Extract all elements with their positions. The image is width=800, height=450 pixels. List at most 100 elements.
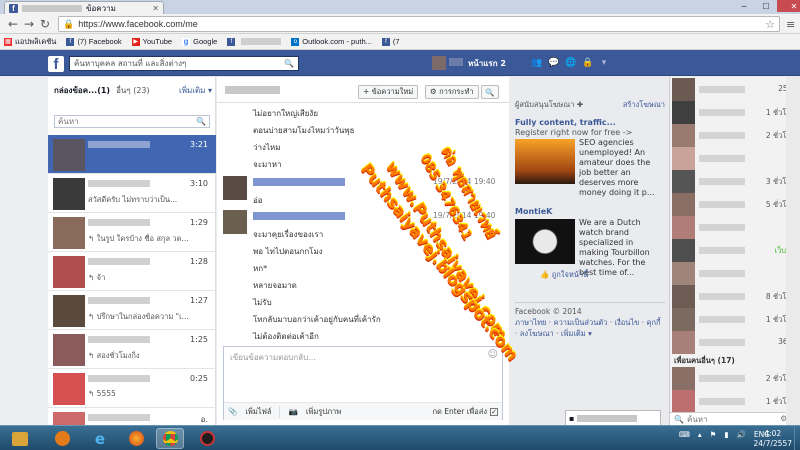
browser-menu-icon[interactable]: ≡ xyxy=(786,18,795,31)
sender-name-blur[interactable] xyxy=(253,212,345,220)
clock[interactable]: 4:02 24/7/2557 xyxy=(754,429,792,449)
address-bar[interactable]: 🔒 https://www.facebook.com/me ☆ xyxy=(58,16,780,32)
like-page-link[interactable]: 👍 ถูกใจหน้านี้ xyxy=(540,269,588,281)
chat-friend-row[interactable]: 5 ชั่วโมง xyxy=(672,193,800,216)
new-message-button[interactable]: + ข้อความใหม่ xyxy=(358,85,419,99)
conversation-panel: + ข้อความใหม่ ⚙ การกระทำ 🔍 ไม่อยากใหญ่เส… xyxy=(217,77,509,425)
forward-icon[interactable]: → xyxy=(22,17,36,31)
bookmark-item[interactable]: f (7) Facebook xyxy=(66,37,122,46)
thread-row[interactable]: 1:27 ↰ ปรึกษาในกล่องข้อความ "เ... xyxy=(48,291,216,330)
tab-close-icon[interactable]: ✕ xyxy=(152,4,159,13)
ad1-title[interactable]: Fully content, traffic... xyxy=(515,118,616,127)
sender-name-blur[interactable] xyxy=(253,178,345,186)
outlook-icon: o xyxy=(291,37,300,46)
chat-friend-row[interactable]: 25m xyxy=(672,78,800,101)
thread-row[interactable]: 1:28 ↰ จ้า xyxy=(48,252,216,291)
settings-dropdown-icon[interactable]: ▾ xyxy=(599,58,609,68)
actions-button[interactable]: ⚙ การกระทำ xyxy=(425,85,479,99)
friend-requests-icon[interactable]: 👥 xyxy=(531,58,542,68)
bookmark-item[interactable]: ▶ YouTube xyxy=(131,37,172,46)
conversation-search-icon[interactable]: 🔍 xyxy=(481,85,499,99)
bookmark-item[interactable]: o Outlook.com - puth... xyxy=(291,37,372,46)
ad2-title[interactable]: MontieK xyxy=(515,207,552,216)
chat-friend-row[interactable] xyxy=(672,147,800,170)
maximize-icon[interactable]: ☐ xyxy=(755,0,777,12)
reply-composer[interactable]: เขียนข้อความตอบกลับ... ☺ 📎 เพิ่มไฟล์ 📷 เ… xyxy=(223,346,503,420)
reload-icon[interactable]: ↻ xyxy=(38,17,52,31)
network-icon[interactable]: ▮ xyxy=(724,430,728,439)
footer-links[interactable]: ภาษาไทย · ความเป็นส่วนตัว · เงื่อนไข · ค… xyxy=(515,317,665,339)
add-photo-button[interactable]: เพิ่มรูปภาพ xyxy=(306,406,341,418)
flag-icon[interactable]: ⚑ xyxy=(710,430,717,439)
thread-row[interactable]: 1:29 ↰ ในรูป ใครบ้าง ชื่อ สกุล วด... xyxy=(48,213,216,252)
thread-row[interactable]: 0:25 ↰ 5555 xyxy=(48,369,216,408)
ad2-image[interactable] xyxy=(515,219,575,264)
enter-to-send-checkbox[interactable]: ✓ xyxy=(490,407,498,416)
ad2-text[interactable]: We are a Dutch watch brand specialized i… xyxy=(579,218,663,278)
facebook-logo-icon[interactable]: f xyxy=(48,56,64,73)
minimized-chat-tab[interactable]: ▪ xyxy=(565,410,661,425)
chat-friend-row[interactable]: 3 ชั่วโมง xyxy=(672,170,800,193)
home-link[interactable]: หน้าแรก 2 xyxy=(468,57,506,70)
tray-arrow-icon[interactable]: ▴ xyxy=(698,430,702,439)
chat-friend-row[interactable]: เว็บ ● xyxy=(672,239,800,262)
profile-name-blur[interactable] xyxy=(449,58,463,66)
camera-icon[interactable]: 📷 xyxy=(288,407,297,416)
keyboard-icon[interactable]: ⌨ xyxy=(679,430,690,439)
chat-friend-row[interactable]: 2 ชั่วโมง xyxy=(672,367,800,390)
add-file-button[interactable]: เพิ่มไฟล์ xyxy=(245,406,271,418)
message-line: จะมาหา xyxy=(253,160,282,169)
sender-avatar[interactable] xyxy=(223,176,247,200)
thread-row[interactable]: 3:21 xyxy=(48,135,216,174)
firefox-icon[interactable] xyxy=(122,428,150,449)
chat-friend-row[interactable]: 36m xyxy=(672,331,800,354)
message-search-input[interactable]: ค้นหา 🔍 xyxy=(54,115,210,128)
close-window-icon[interactable]: ✕ xyxy=(777,0,800,12)
create-ad-link[interactable]: สร้างโฆษณา xyxy=(623,99,665,111)
browser-tab[interactable]: f ข้อความ ✕ xyxy=(4,1,164,14)
show-desktop-button[interactable] xyxy=(794,426,800,450)
privacy-shortcuts-icon[interactable]: 🔒 xyxy=(582,58,593,68)
internet-explorer-icon[interactable]: e xyxy=(86,428,114,449)
bookmark-star-icon[interactable]: ☆ xyxy=(765,18,775,31)
bookmark-item[interactable]: g Google xyxy=(182,37,217,46)
notifications-icon[interactable]: 🌐 xyxy=(565,58,576,68)
tab-other[interactable]: อื่นๆ (23) xyxy=(116,84,150,97)
thread-preview: ↰ ปรึกษาในกล่องข้อความ "เ... xyxy=(88,312,189,321)
messages-icon[interactable]: 💬 xyxy=(548,58,559,68)
bookmark-item[interactable]: f (7 xyxy=(381,37,400,46)
search-icon[interactable]: 🔍 xyxy=(284,59,294,68)
chat-friend-row[interactable]: 1 ชั่วโมง xyxy=(672,308,800,331)
lock-icon: 🔒 xyxy=(63,18,75,29)
chat-friend-row[interactable] xyxy=(672,262,800,285)
bookmark-item[interactable]: f xyxy=(227,37,282,46)
ad1-text[interactable]: SEO agencies unemployed! An amateur does… xyxy=(579,138,663,198)
thread-row[interactable]: 1:25 ↰ สองชั่วโมงกิ่ง xyxy=(48,330,216,369)
chat-search-input[interactable]: 🔍 ค้นหา ⚙ ⧉ xyxy=(670,412,800,425)
ad1-image[interactable] xyxy=(515,139,575,184)
profile-avatar[interactable] xyxy=(432,56,446,70)
minimize-icon[interactable]: ─ xyxy=(733,0,755,12)
facebook-search-input[interactable]: ค้นหาบุคคล สถานที่ และสิ่งต่างๆ 🔍 xyxy=(69,56,299,71)
start-button-icon[interactable] xyxy=(6,428,34,449)
tab-inbox[interactable]: กล่องข้อค...(1) xyxy=(54,84,110,97)
chat-friend-name-blur xyxy=(699,339,745,346)
sender-avatar[interactable] xyxy=(223,210,247,234)
emoticon-icon[interactable]: ☺ xyxy=(488,349,498,360)
chat-friend-row[interactable] xyxy=(672,216,800,239)
app-icon[interactable] xyxy=(48,428,76,449)
chat-friend-row[interactable]: 1 ชั่วโมง xyxy=(672,101,800,124)
chrome-icon[interactable] xyxy=(156,428,184,449)
app2-icon[interactable] xyxy=(193,428,221,449)
attach-file-icon[interactable]: 📎 xyxy=(228,407,237,416)
tab-more[interactable]: เพิ่มเติม ▾ xyxy=(179,84,212,97)
ad1-subtitle[interactable]: Register right now for free -> xyxy=(515,128,632,137)
chat-friend-row[interactable]: 1 ชั่วโมง xyxy=(672,390,800,413)
back-icon[interactable]: ← xyxy=(6,17,20,31)
bookmark-item[interactable]: ▦ แอปพลิเคชัน xyxy=(4,36,56,48)
search-icon[interactable]: 🔍 xyxy=(196,117,206,126)
chat-friend-row[interactable]: 2 ชั่วโมง xyxy=(672,124,800,147)
thread-row[interactable]: 3:10 สวัสดีครับ ไม่ทราบว่าเป็น... xyxy=(48,174,216,213)
chat-friend-row[interactable]: 8 ชั่วโมง xyxy=(672,285,800,308)
volume-icon[interactable]: 🔊 xyxy=(736,430,745,439)
